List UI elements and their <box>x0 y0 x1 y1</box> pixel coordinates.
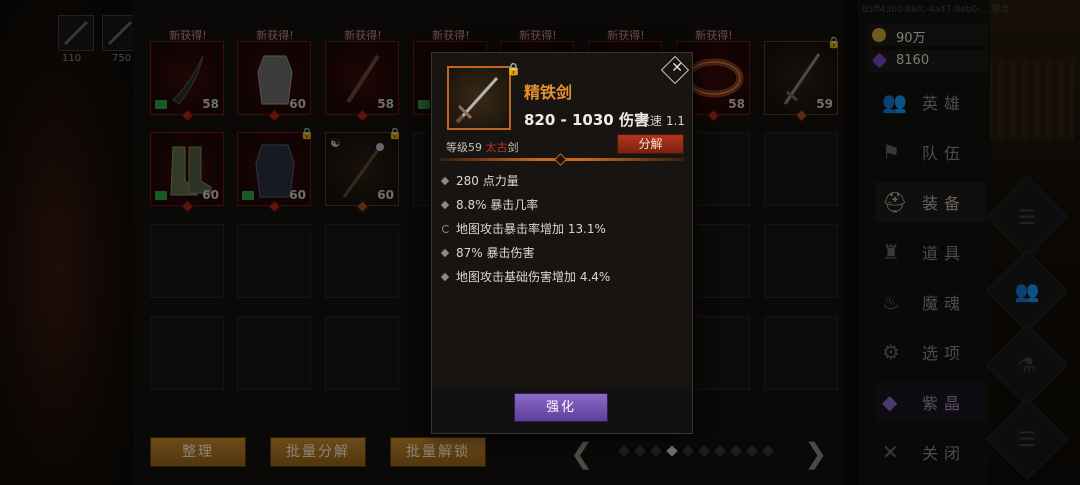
stat-line: 地图攻击暴击率增加 13.1% <box>442 220 606 237</box>
stat-text: 87% 暴击伤害 <box>456 246 535 260</box>
diamond-bullet-icon <box>440 200 450 210</box>
stat-text: 地图攻击暴击率增加 13.1% <box>456 222 606 236</box>
stat-text: 8.8% 暴击几率 <box>456 198 539 212</box>
close-icon: ✕ <box>671 59 683 76</box>
diamond-bullet-icon <box>440 248 450 258</box>
item-damage: 820 - 1030 伤害 <box>524 111 649 129</box>
item-name: 精铁剑 <box>524 83 573 102</box>
sword-icon <box>455 76 499 124</box>
diamond-bullet-icon <box>440 176 450 186</box>
close-button[interactable]: ✕ <box>660 55 690 85</box>
ring-bullet-icon <box>442 225 450 233</box>
stat-line: 8.8% 暴击几率 <box>440 196 539 213</box>
item-level: 等级59 <box>446 141 482 154</box>
dismantle-button[interactable]: 分解 <box>617 134 684 154</box>
item-meta: 等级59 太古剑 <box>446 139 519 155</box>
divider-gem-icon <box>554 153 567 166</box>
stat-text: 280 点力量 <box>456 174 519 188</box>
item-detail-popup: 🔒 精铁剑 820 - 1030 伤害 攻速 1.1 等级59 太古剑 分解 2… <box>431 52 693 434</box>
item-category: 剑 <box>507 141 519 154</box>
item-quality: 太古 <box>485 141 508 154</box>
diamond-bullet-icon <box>440 272 450 282</box>
stat-line: 280 点力量 <box>440 172 519 189</box>
attack-speed: 攻速 1.1 <box>638 114 685 128</box>
lock-icon[interactable]: 🔒 <box>506 62 521 76</box>
upgrade-button[interactable]: 强化 <box>514 393 608 422</box>
item-icon-frame <box>447 66 511 130</box>
stat-line: 87% 暴击伤害 <box>440 244 535 261</box>
stat-text: 地图攻击基础伤害增加 4.4% <box>456 270 611 284</box>
stat-line: 地图攻击基础伤害增加 4.4% <box>440 268 611 285</box>
